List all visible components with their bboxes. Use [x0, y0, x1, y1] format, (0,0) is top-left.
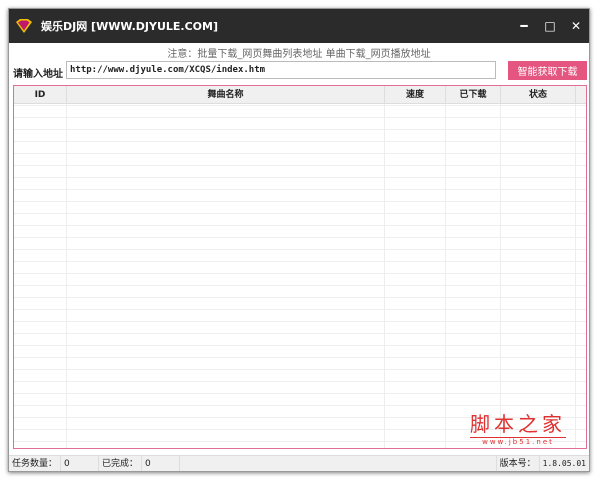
- song-table[interactable]: ID 舞曲名称 速度 已下载 状态 脚本之家 www.jb51.net: [13, 85, 587, 449]
- col-downloaded[interactable]: 已下载: [446, 86, 501, 103]
- version-label: 版本号：: [495, 456, 540, 471]
- completed-value: 0: [142, 456, 181, 471]
- col-id[interactable]: ID: [14, 86, 67, 103]
- close-button[interactable]: ✕: [563, 19, 589, 33]
- window-title: 娱乐DJ网 [WWW.DJYULE.COM]: [41, 20, 218, 33]
- url-label: 请输入地址: [13, 69, 63, 80]
- task-count-value: 0: [61, 456, 100, 471]
- watermark-sub: www.jb51.net: [470, 437, 566, 446]
- col-speed[interactable]: 速度: [385, 86, 446, 103]
- grid-col: [501, 104, 576, 448]
- watermark-main: 脚本之家: [470, 412, 566, 436]
- grid-col: [446, 104, 501, 448]
- table-header: ID 舞曲名称 速度 已下载 状态: [14, 86, 586, 104]
- superman-logo-icon: [16, 19, 32, 33]
- grid-col: [14, 104, 67, 448]
- minimize-button[interactable]: ━: [511, 19, 537, 33]
- completed-label: 已完成：: [99, 456, 143, 471]
- grid-col: [385, 104, 446, 448]
- url-input[interactable]: http://www.djyule.com/XCQS/index.htm: [66, 61, 496, 79]
- version-value: 1.8.05.01: [542, 459, 586, 468]
- title-bar[interactable]: 娱乐DJ网 [WWW.DJYULE.COM] ━ □ ✕: [9, 9, 589, 43]
- col-name[interactable]: 舞曲名称: [67, 86, 385, 103]
- status-bar: 任务数量： 0 已完成： 0 版本号： 1.8.05.01: [9, 455, 589, 471]
- watermark: 脚本之家 www.jb51.net: [470, 408, 566, 446]
- maximize-button[interactable]: □: [537, 19, 563, 33]
- smart-fetch-button[interactable]: 智能获取下载: [508, 61, 587, 80]
- app-window: 娱乐DJ网 [WWW.DJYULE.COM] ━ □ ✕ 注意：批量下载_网页舞…: [8, 8, 590, 472]
- notice-text: 注意：批量下载_网页舞曲列表地址 单曲下载_网页播放地址: [167, 49, 431, 60]
- col-status[interactable]: 状态: [501, 86, 576, 103]
- grid-col: [67, 104, 385, 448]
- task-count-label: 任务数量：: [9, 456, 62, 471]
